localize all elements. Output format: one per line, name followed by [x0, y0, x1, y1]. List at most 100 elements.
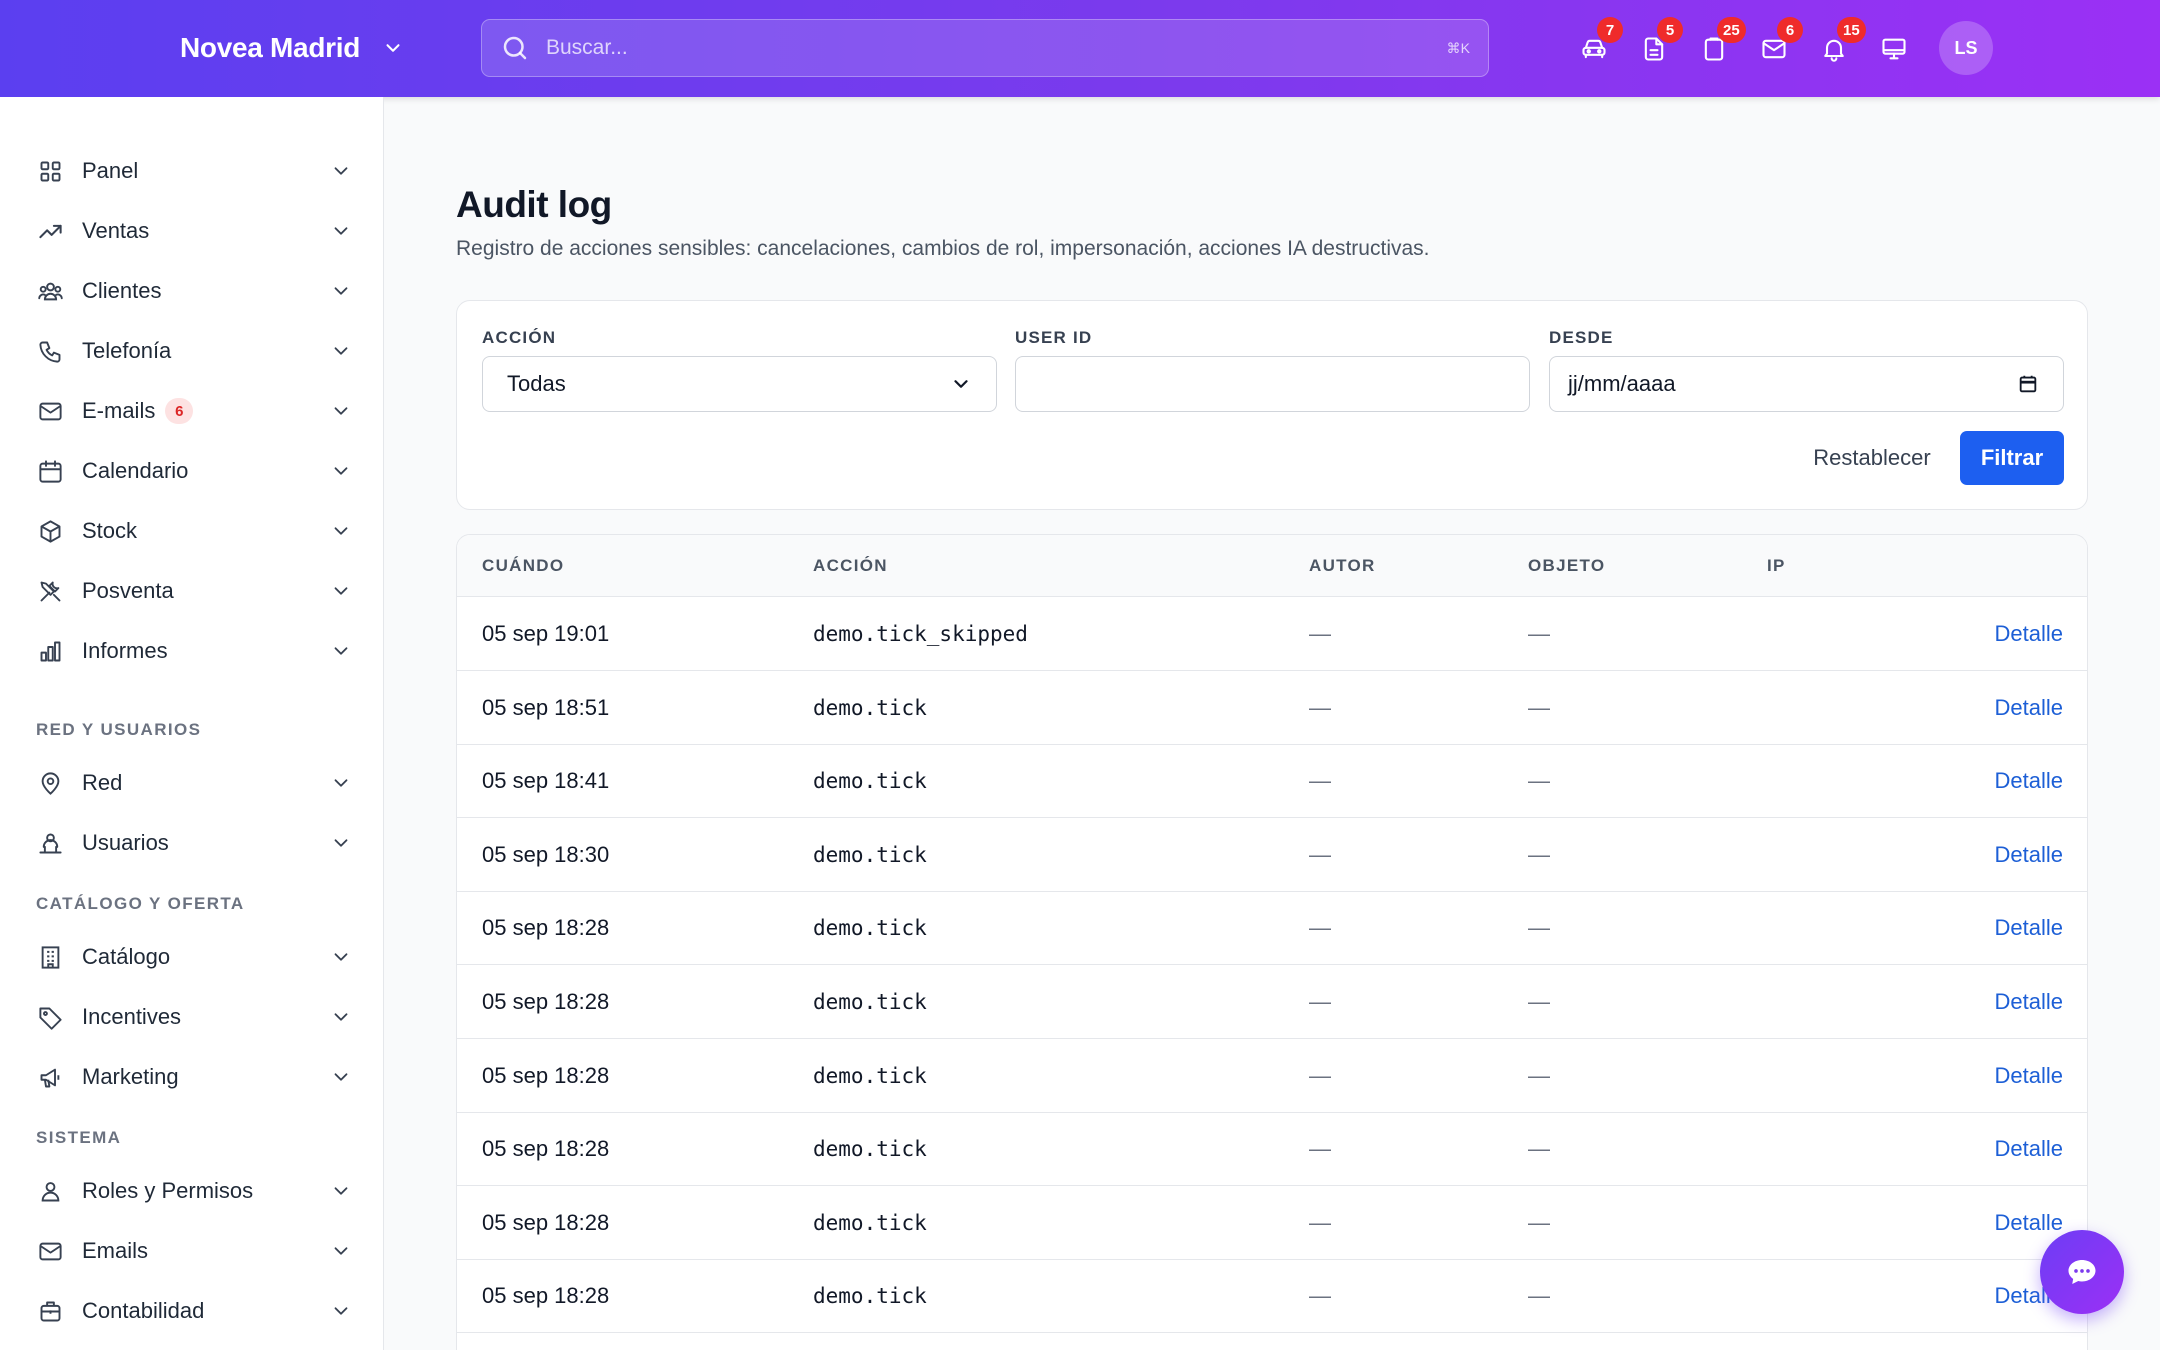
building-icon [36, 943, 64, 971]
filter-button[interactable]: Filtrar [1960, 431, 2064, 485]
grid-icon [36, 157, 64, 185]
sidebar-item-label: Emails [82, 1238, 149, 1263]
section-title-catalogo: CATÁLOGO Y OFERTA [36, 894, 245, 913]
document-badge: 5 [1657, 17, 1683, 43]
detail-link[interactable]: Detalle [1995, 621, 2063, 647]
chevron-down-icon [334, 167, 348, 175]
cell-objeto: — [1528, 1283, 1550, 1309]
sidebar-item-label: Usuarios [82, 830, 169, 855]
documents-button[interactable]: 5 [1631, 17, 1683, 72]
mail-icon [36, 397, 64, 425]
tag-icon [36, 1003, 64, 1031]
cell-cuando: 05 sep 18:28 [482, 1209, 610, 1235]
audit-table: CUÁNDO ACCIÓN AUTOR OBJETO IP 05 sep 19:… [456, 534, 2088, 1350]
reset-button[interactable]: Restablecer [1797, 431, 1947, 485]
sidebar-item-label: Stock [82, 518, 138, 543]
table-row: 05 sep 18:28 demo.tick — — Detalle [457, 1112, 2087, 1187]
cell-autor: — [1309, 621, 1331, 646]
sidebar-item-calendario[interactable]: Calendario [36, 447, 352, 495]
sidebar-item-incentives[interactable]: Incentives [36, 993, 352, 1041]
search-input[interactable] [546, 36, 1447, 60]
cell-accion: demo.tick [813, 990, 927, 1014]
detail-link[interactable]: Detalle [1995, 768, 2063, 794]
sidebar-item-posventa[interactable]: Posventa [36, 567, 352, 615]
sidebar-item-ventas[interactable]: Ventas [36, 207, 352, 255]
detail-link[interactable]: Detalle [1995, 989, 2063, 1015]
table-row: 05 sep 18:28 demo.tick — — Detalle [457, 1039, 2087, 1113]
chevron-down-icon [334, 839, 348, 847]
chat-button[interactable] [2040, 1230, 2124, 1314]
sidebar-item-stock[interactable]: Stock [36, 507, 352, 555]
cell-accion: demo.tick_skipped [813, 622, 1028, 646]
sidebar-item-emails[interactable]: E-mails 6 [36, 387, 352, 435]
page-title: Audit log [456, 184, 612, 225]
sidebar-item-emails-system[interactable]: Emails [36, 1227, 352, 1275]
detail-link[interactable]: Detalle [1995, 1136, 2063, 1162]
cell-cuando: 05 sep 18:30 [482, 841, 610, 867]
cell-cuando: 05 sep 18:28 [482, 989, 610, 1014]
sidebar-item-label: Informes [82, 638, 168, 663]
brand-name: Novea Madrid [180, 32, 360, 63]
table-row: 05 sep 18:51 demo.tick — — Detalle [457, 671, 2087, 745]
search-bar[interactable]: ⌘K [481, 19, 1489, 77]
mail-button[interactable]: 6 [1751, 17, 1803, 72]
sidebar-item-label: Panel [82, 158, 139, 183]
user-avatar[interactable]: LS [1939, 21, 1993, 75]
cell-cuando: 05 sep 18:28 [482, 1283, 610, 1309]
sidebar-item-red[interactable]: Red [36, 759, 352, 807]
display-button[interactable] [1871, 26, 1917, 72]
sidebar-item-clientes[interactable]: Clientes [36, 267, 352, 315]
cell-accion: demo.tick [813, 842, 927, 867]
workspace-switcher[interactable]: Novea Madrid [180, 30, 404, 66]
sidebar-item-usuarios[interactable]: Usuarios [36, 819, 352, 867]
briefcase-icon [36, 1297, 64, 1325]
chevron-down-icon [334, 347, 348, 355]
tasks-button[interactable]: 25 [1691, 17, 1746, 72]
section-title-red: RED Y USUARIOS [36, 720, 202, 739]
sidebar-item-label: Telefonía [82, 338, 172, 363]
userid-input[interactable] [1015, 356, 1530, 412]
cell-accion: demo.tick [813, 769, 927, 794]
sidebar-item-telefonia[interactable]: Telefonía [36, 327, 352, 375]
sidebar-item-contabilidad[interactable]: Contabilidad [36, 1287, 352, 1335]
sidebar-item-label: Posventa [82, 578, 174, 603]
detail-link[interactable]: Detalle [1995, 1063, 2063, 1089]
sidebar-item-panel[interactable]: Panel [36, 147, 352, 195]
sidebar-item-marketing[interactable]: Marketing [36, 1053, 352, 1101]
sidebar-item-label: Roles y Permisos [82, 1178, 254, 1203]
sidebar-item-catalogo[interactable]: Catálogo [36, 933, 352, 981]
accion-select[interactable]: Todas [482, 356, 997, 412]
cell-accion: demo.tick [813, 1137, 927, 1162]
cell-cuando: 05 sep 19:01 [482, 621, 610, 646]
table-row: 05 sep 18:41 demo.tick — — Detalle [457, 744, 2087, 819]
chevron-down-icon [334, 1187, 348, 1195]
cell-accion: demo.tick [813, 1284, 927, 1309]
car-button[interactable]: 7 [1571, 17, 1623, 72]
tools-icon [36, 577, 64, 605]
users-icon [36, 277, 64, 305]
sidebar-item-informes[interactable]: Informes [36, 627, 352, 675]
table-row: 05 sep 18:28 demo.tick — — Detalle [457, 891, 2087, 966]
header-icons: 7 5 25 6 15 [1571, 17, 1931, 72]
detail-link[interactable]: Detalle [1995, 915, 2063, 941]
detail-link[interactable]: Detalle [1995, 842, 2063, 868]
calendar-icon[interactable] [2017, 373, 2039, 395]
userid-label: USER ID [1015, 328, 1093, 347]
cell-autor: — [1309, 1136, 1331, 1162]
bell-badge: 15 [1837, 17, 1866, 43]
mail-icon [36, 1237, 64, 1265]
detail-link[interactable]: Detalle [1995, 695, 2063, 721]
emails-count-badge: 6 [165, 398, 194, 424]
map-pin-icon [36, 769, 64, 797]
sidebar-item-label: Contabilidad [82, 1298, 205, 1323]
accion-label: ACCIÓN [482, 328, 557, 347]
column-header-ip: IP [1767, 556, 1786, 575]
chevron-down-icon [334, 407, 348, 415]
notifications-button[interactable]: 15 [1811, 17, 1866, 72]
search-icon [503, 36, 527, 60]
sidebar-item-roles[interactable]: Roles y Permisos [36, 1167, 352, 1215]
cell-objeto: — [1528, 989, 1550, 1014]
desde-date-input[interactable]: jj/mm/aaaa [1549, 356, 2064, 412]
detail-link[interactable]: Detalle [1995, 1210, 2063, 1236]
column-header-objeto: OBJETO [1528, 556, 1606, 575]
